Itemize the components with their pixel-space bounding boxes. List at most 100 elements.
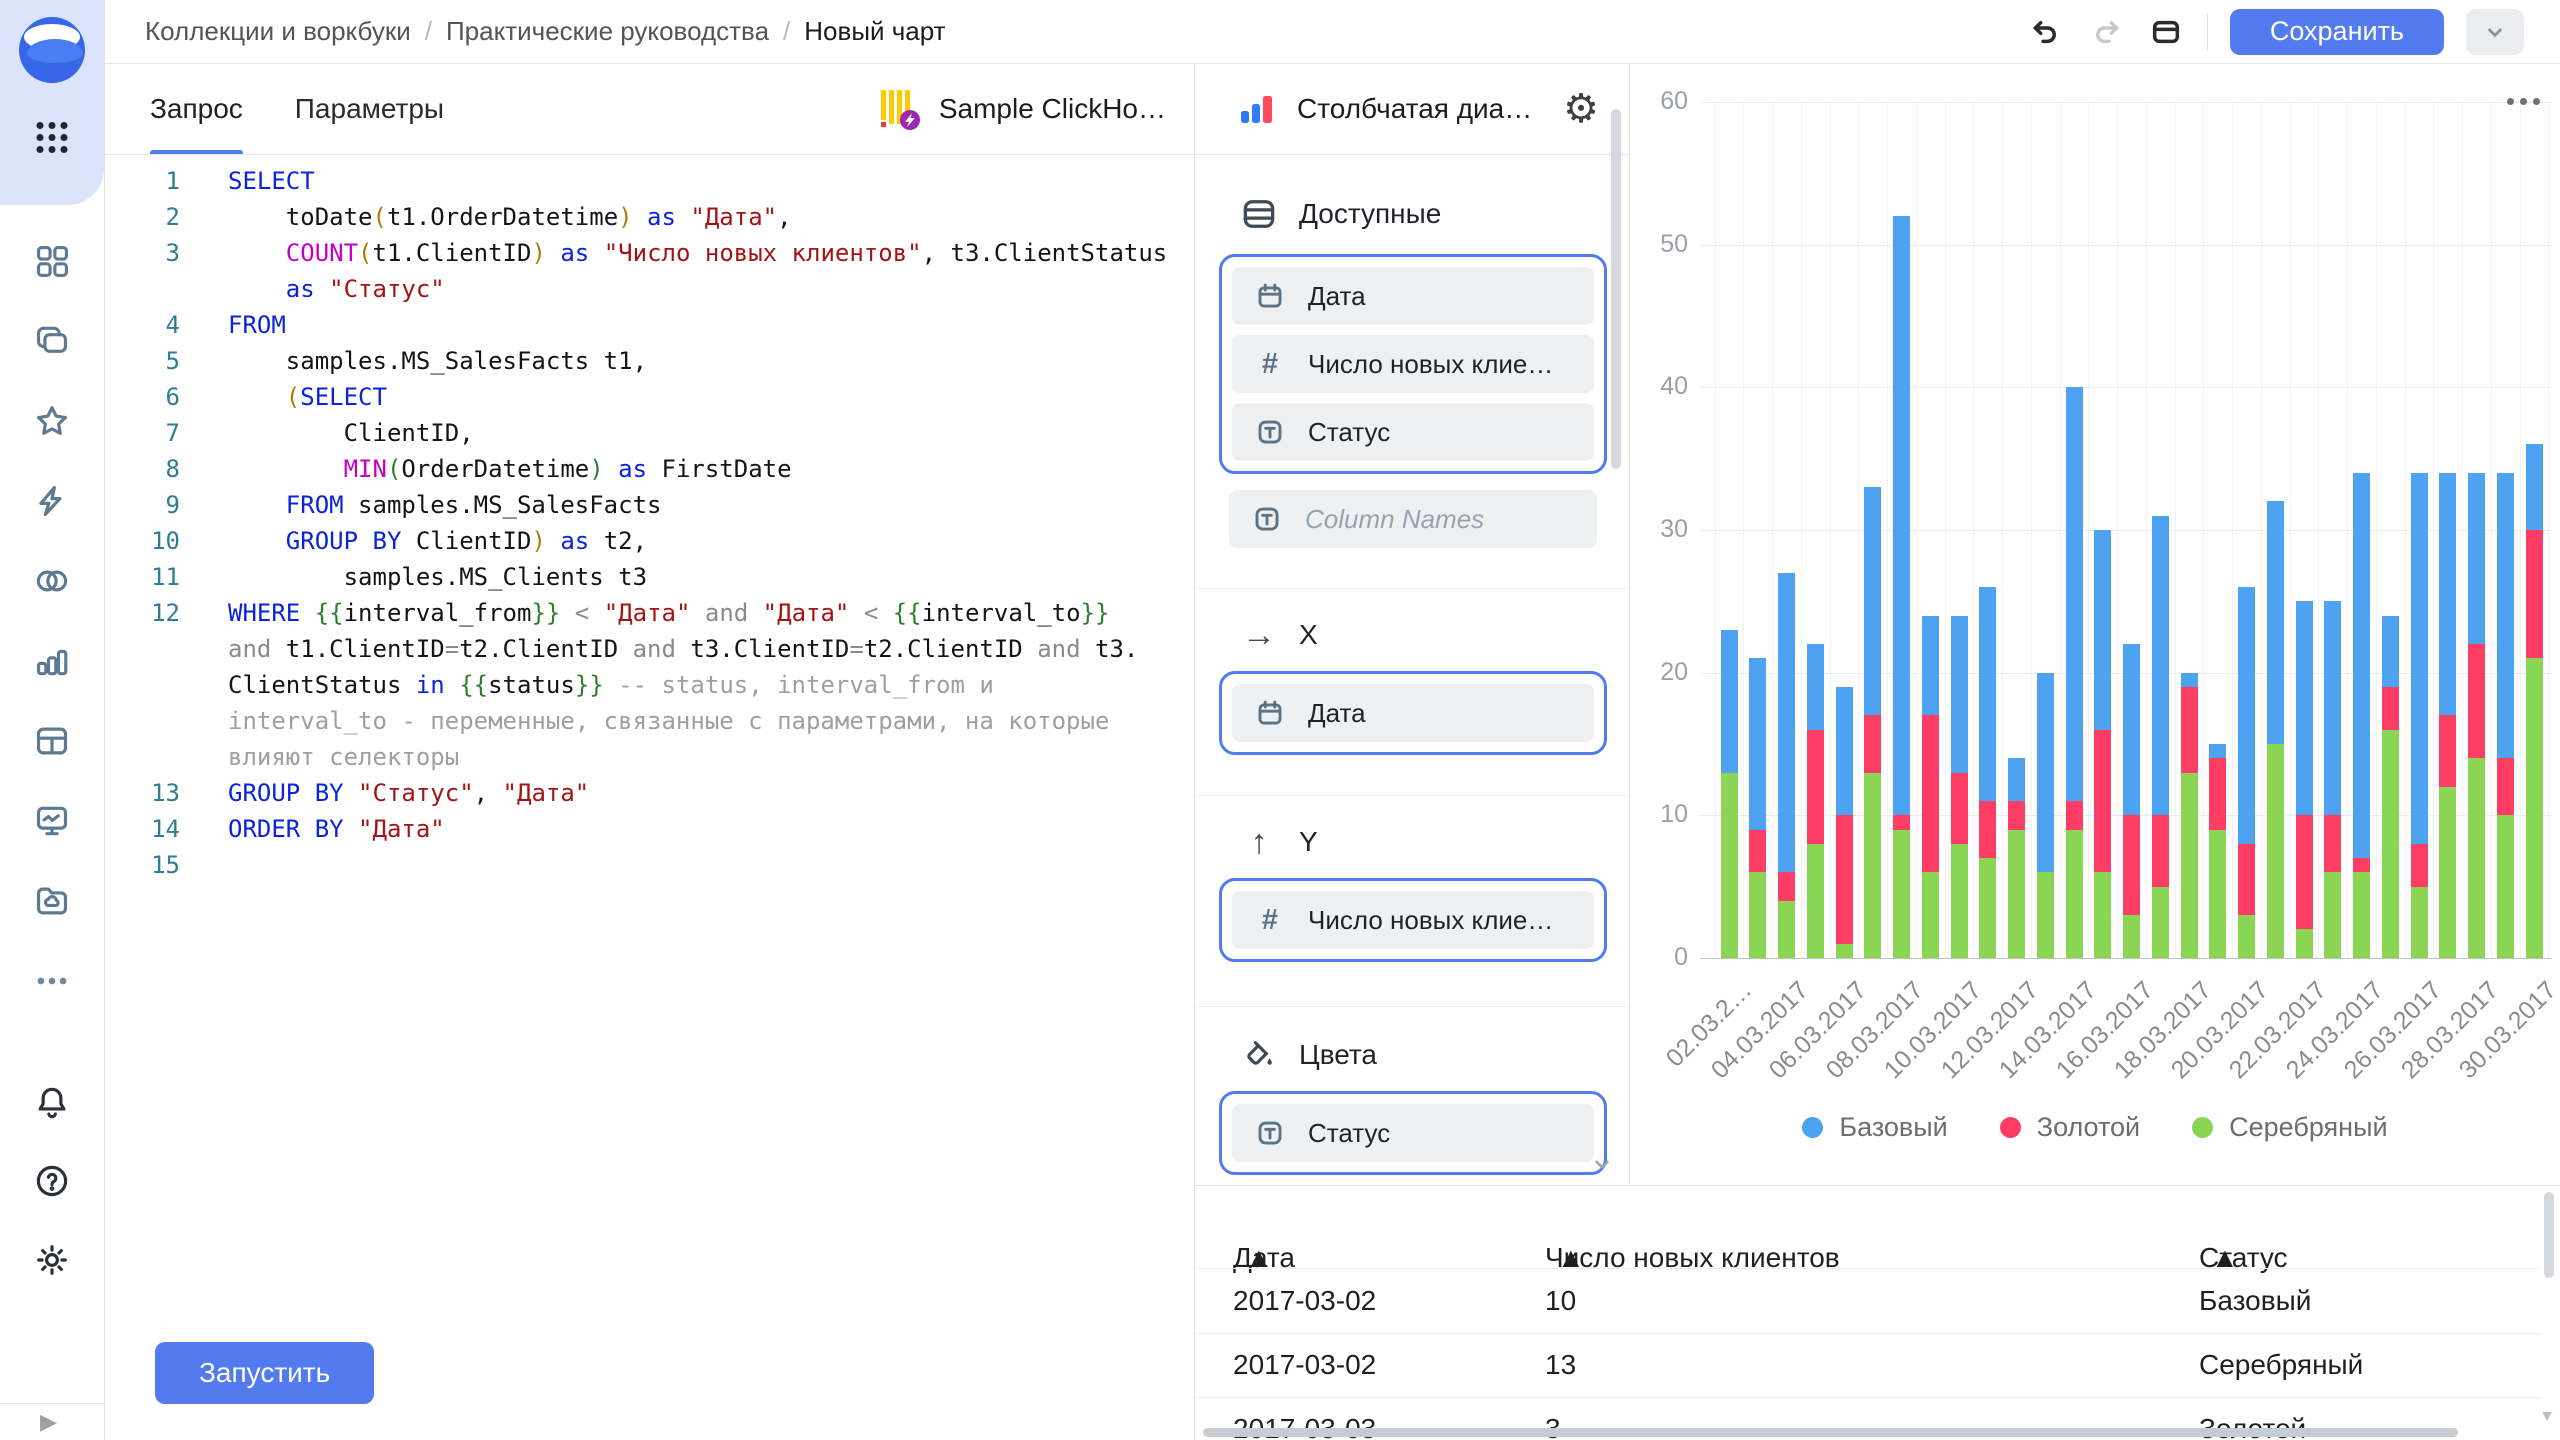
- scroll-down-chevron-icon[interactable]: [1589, 1151, 1615, 1177]
- bar-16.03.2017[interactable]: [2123, 644, 2140, 958]
- text-icon: [1251, 503, 1283, 535]
- section-divider: [1195, 588, 1629, 589]
- bar-28.03.2017[interactable]: [2468, 473, 2485, 958]
- bar-19.03.2017[interactable]: [2209, 744, 2226, 958]
- bar-18.03.2017[interactable]: [2181, 673, 2198, 958]
- dataset-selector[interactable]: Sample ClickHo…: [879, 87, 1166, 131]
- y-field-chip-new-clients[interactable]: # Число новых клие…: [1232, 891, 1594, 949]
- bar-29.03.2017[interactable]: [2497, 473, 2514, 958]
- table-scroll-down-icon[interactable]: ▼: [2539, 1408, 2555, 1426]
- field-chip-status[interactable]: Статус: [1232, 403, 1594, 461]
- bar-09.03.2017[interactable]: [1922, 616, 1939, 958]
- dashboard-grid-icon[interactable]: [33, 242, 71, 280]
- run-button[interactable]: Запустить: [155, 1342, 374, 1404]
- table-horizontal-scrollbar[interactable]: [1203, 1428, 2458, 1437]
- bar-24.03.2017[interactable]: [2353, 473, 2370, 958]
- chart-type-selector[interactable]: Столбчатая диа…: [1297, 93, 1543, 125]
- favorites-star-icon[interactable]: [33, 402, 71, 440]
- bar-04.03.2017[interactable]: [1778, 573, 1795, 958]
- bar-segment: [1951, 616, 1968, 773]
- legend-item-Золотой[interactable]: Золотой: [2000, 1112, 2140, 1143]
- tables-icon[interactable]: [33, 722, 71, 760]
- redo-icon[interactable]: [2087, 13, 2125, 51]
- collections-icon[interactable]: [33, 322, 71, 360]
- connections-lightning-icon[interactable]: [33, 482, 71, 520]
- help-question-icon[interactable]: [33, 1162, 71, 1200]
- bar-segment: [1807, 844, 1824, 958]
- bar-14.03.2017[interactable]: [2066, 387, 2083, 958]
- bar-segment: [1749, 830, 1766, 873]
- bar-10.03.2017[interactable]: [1951, 616, 1968, 958]
- breadcrumb-guides[interactable]: Практические руководства: [446, 16, 769, 47]
- bar-22.03.2017[interactable]: [2296, 601, 2313, 958]
- field-chip-new-clients[interactable]: # Число новых клие…: [1232, 335, 1594, 393]
- x-field-chip-date[interactable]: Дата: [1232, 684, 1594, 742]
- bar-segment: [2037, 872, 2054, 958]
- bar-03.03.2017[interactable]: [1749, 658, 1766, 958]
- chart-settings-gear-icon[interactable]: ⚙: [1563, 89, 1599, 129]
- more-dots-icon[interactable]: [33, 962, 71, 1000]
- panel-layout-icon[interactable]: [2147, 13, 2185, 51]
- bar-12.03.2017[interactable]: [2008, 758, 2025, 958]
- bar-segment: [2094, 530, 2111, 730]
- bar-11.03.2017[interactable]: [1979, 587, 1996, 958]
- bar-segment: [2238, 587, 2255, 844]
- bar-21.03.2017[interactable]: [2267, 501, 2284, 958]
- y-axis-group: # Число новых клие…: [1219, 878, 1607, 962]
- chart-menu-dots-icon[interactable]: [2507, 98, 2540, 105]
- monitoring-icon[interactable]: [33, 802, 71, 840]
- apps-grid-icon[interactable]: [37, 122, 68, 153]
- bar-segment: [2066, 830, 2083, 958]
- bar-27.03.2017[interactable]: [2439, 473, 2456, 958]
- field-chip-column-names[interactable]: Column Names: [1229, 490, 1597, 548]
- bar-30.03.2017[interactable]: [2526, 444, 2543, 958]
- bar-segment: [2439, 715, 2456, 786]
- legend-item-Серебряный[interactable]: Серебряный: [2192, 1112, 2387, 1143]
- bar-segment: [2411, 887, 2428, 958]
- bar-26.03.2017[interactable]: [2411, 473, 2428, 958]
- save-dropdown-button[interactable]: [2466, 9, 2524, 55]
- charts-bars-icon[interactable]: [33, 642, 71, 680]
- bar-02.03.2017[interactable]: [1721, 630, 1738, 958]
- datasets-circles-icon[interactable]: [33, 562, 71, 600]
- y-axis-tick-label: 0: [1628, 943, 1688, 972]
- tab-query[interactable]: Запрос: [150, 64, 243, 154]
- table-vertical-scrollbar[interactable]: [2544, 1192, 2554, 1278]
- sidebar-header: [0, 0, 104, 205]
- breadcrumb-current: Новый чарт: [804, 16, 945, 47]
- gridline: [1700, 958, 2552, 959]
- bar-23.03.2017[interactable]: [2324, 601, 2341, 958]
- save-button[interactable]: Сохранить: [2230, 9, 2444, 55]
- section-x-label: X: [1299, 619, 1318, 651]
- bar-15.03.2017[interactable]: [2094, 530, 2111, 958]
- bar-25.03.2017[interactable]: [2382, 616, 2399, 958]
- settings-gear-icon[interactable]: [33, 1241, 71, 1279]
- field-chip-date[interactable]: Дата: [1232, 267, 1594, 325]
- sidebar-collapse[interactable]: ▶: [0, 1403, 104, 1440]
- legend-item-Базовый[interactable]: Базовый: [1802, 1112, 1947, 1143]
- bar-07.03.2017[interactable]: [1864, 487, 1881, 958]
- colors-field-chip-status[interactable]: Статус: [1232, 1104, 1594, 1162]
- undo-icon[interactable]: [2027, 13, 2065, 51]
- notifications-bell-icon[interactable]: [33, 1083, 71, 1121]
- bar-segment: [2066, 801, 2083, 830]
- breadcrumb-collections[interactable]: Коллекции и воркбуки: [145, 16, 411, 47]
- datalens-logo-icon[interactable]: [19, 17, 85, 83]
- bar-05.03.2017[interactable]: [1807, 644, 1824, 958]
- bar-20.03.2017[interactable]: [2238, 587, 2255, 958]
- bar-segment: [1893, 815, 1910, 829]
- bar-08.03.2017[interactable]: [1893, 216, 1910, 958]
- tab-parameters[interactable]: Параметры: [295, 64, 444, 154]
- bar-06.03.2017[interactable]: [1836, 687, 1853, 958]
- bar-segment: [1922, 715, 1939, 872]
- code-line: 1SELECT: [105, 163, 1192, 199]
- sql-code-editor[interactable]: 1SELECT2 toDate(t1.OrderDatetime) as "Да…: [105, 163, 1192, 883]
- code-line: 8 MIN(OrderDatetime) as FirstDate: [105, 451, 1192, 487]
- chart-legend: Базовый Золотой Серебряный: [1630, 1112, 2560, 1143]
- storage-folder-icon[interactable]: [33, 882, 71, 920]
- bar-17.03.2017[interactable]: [2152, 516, 2169, 958]
- bar-13.03.2017[interactable]: [2037, 673, 2054, 958]
- bar-segment: [2267, 744, 2284, 958]
- field-panel-scrollbar[interactable]: [1611, 109, 1621, 469]
- table-header-row: Дата▲ Число новых клиентов▲ Статус▲: [1195, 1186, 2560, 1268]
